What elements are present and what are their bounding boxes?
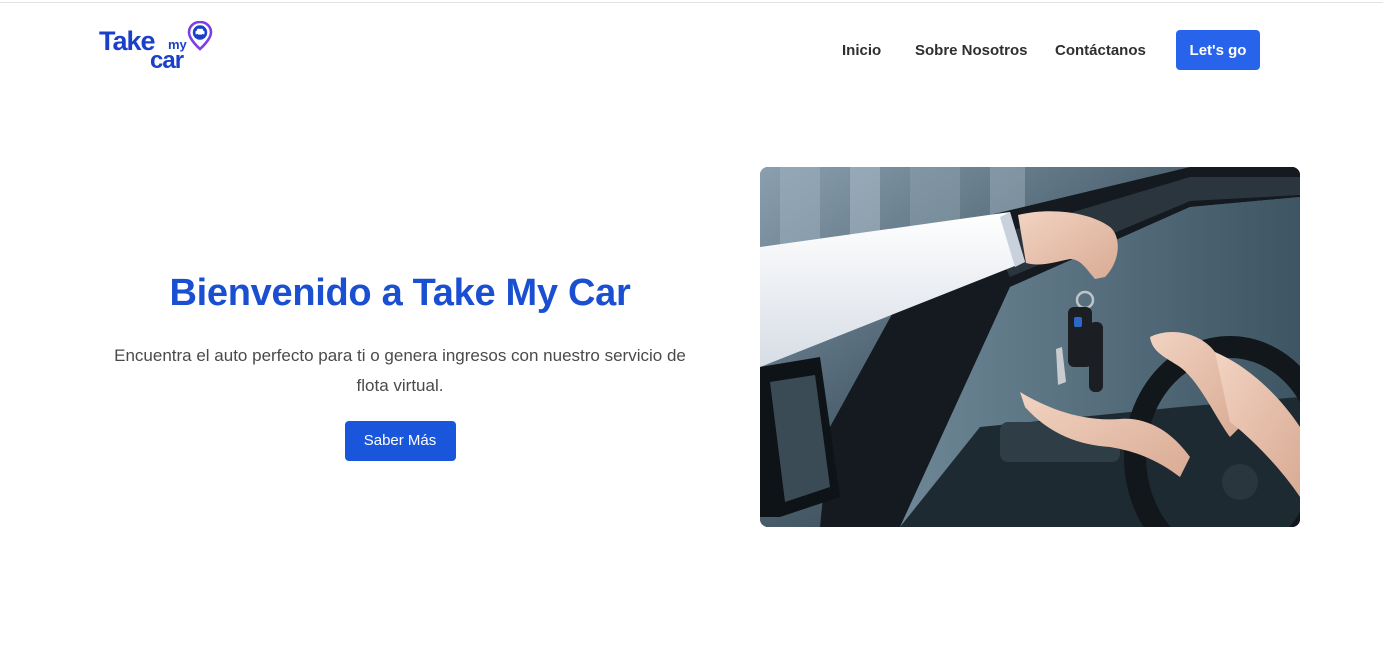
main-nav: Inicio Sobre Nosotros Contáctanos Let's … — [0, 30, 1383, 74]
nav-link-sobre-nosotros[interactable]: Sobre Nosotros — [915, 42, 1028, 59]
car-keys-handover-photo — [760, 167, 1300, 527]
nav-link-inicio[interactable]: Inicio — [842, 42, 881, 59]
nav-link-contactanos[interactable]: Contáctanos — [1055, 42, 1146, 59]
hero-image — [760, 167, 1300, 527]
hero-section: Bienvenido a Take My Car Encuentra el au… — [90, 265, 710, 461]
lets-go-button[interactable]: Let's go — [1176, 30, 1260, 70]
hero-subtitle: Encuentra el auto perfecto para ti o gen… — [114, 346, 686, 395]
site-header: Take my car Inicio Sobre Nosotros Contác… — [0, 3, 1383, 93]
saber-mas-button[interactable]: Saber Más — [344, 421, 456, 461]
hero-title: Bienvenido a Take My Car — [169, 272, 631, 314]
